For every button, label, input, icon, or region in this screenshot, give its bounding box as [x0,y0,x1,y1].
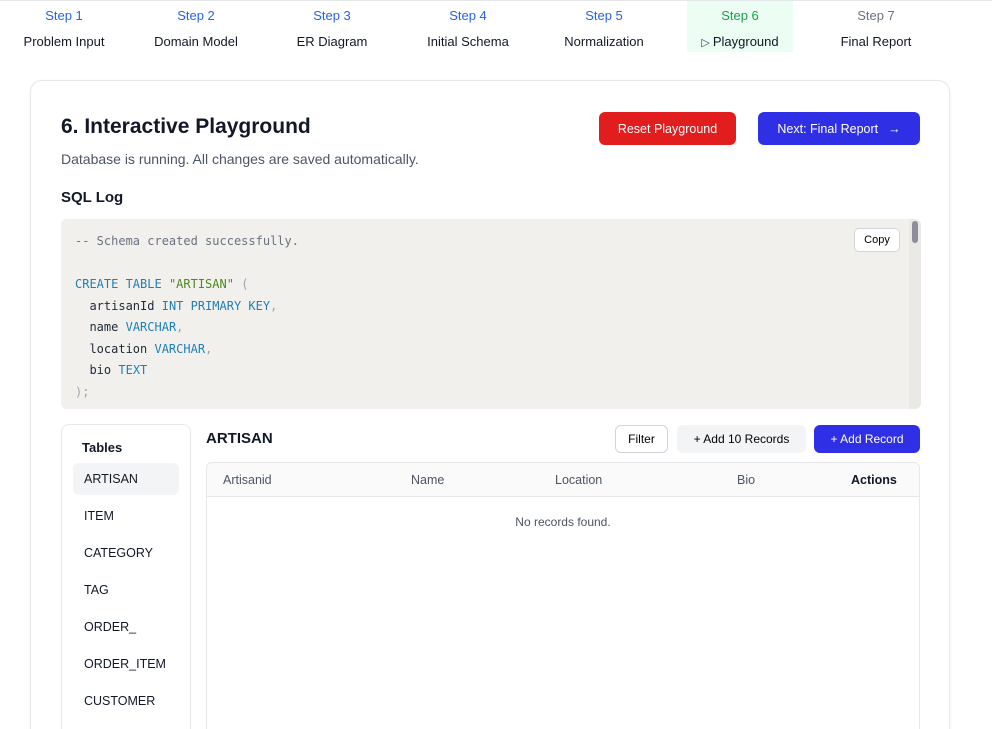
step-label: Problem Input [23,34,105,49]
sql-scrollbar[interactable] [909,219,921,409]
column-header-actions: Actions [851,473,897,487]
sql-col-name: bio [89,363,112,377]
filter-button[interactable]: Filter [615,425,668,453]
table-item-order[interactable]: ORDER_ [73,611,179,643]
column-header[interactable]: Name [411,473,444,487]
step-number: Step 1 [45,8,83,23]
table-item-tag[interactable]: TAG [73,574,179,606]
table-item-customer[interactable]: CUSTOMER [73,685,179,717]
column-header[interactable]: Location [555,473,602,487]
table-item-item[interactable]: ITEM [73,500,179,532]
step-1[interactable]: Step 1 Problem Input [0,1,128,52]
step-label: ER Diagram [296,34,368,49]
arrow-right-icon: → [888,121,901,136]
step-label-wrap: ▷ Playground [687,34,793,51]
sql-keyword: CREATE TABLE [75,277,162,291]
sql-punct: ( [241,277,249,291]
stepper: Step 1 Problem Input Step 2 Domain Model… [0,0,992,52]
step-number: Step 2 [177,8,215,23]
sql-col-type: VARCHAR [125,320,177,334]
entity-title: ARTISAN [206,430,273,447]
column-header[interactable]: Bio [737,473,755,487]
next-label: Next: Final Report [777,121,879,136]
step-label: Initial Schema [427,34,509,49]
table-item-category[interactable]: CATEGORY [73,537,179,569]
sql-table-name: "ARTISAN" [168,277,234,291]
table-header: Artisanid Name Location Bio Actions [207,463,919,497]
empty-state: No records found. [515,515,611,529]
step-number: Step 3 [313,8,351,23]
step-label: Final Report [840,34,912,49]
step-4[interactable]: Step 4 Initial Schema [400,1,536,52]
step-number: Step 4 [449,8,487,23]
step-label: Playground [712,34,779,49]
column-header[interactable]: Artisanid [223,473,272,487]
sql-col-name: artisanId [89,298,155,313]
reset-playground-button[interactable]: Reset Playground [599,112,736,145]
step-label: Domain Model [154,34,238,49]
step-number: Step 6 [721,8,759,23]
add-10-records-button[interactable]: + Add 10 Records [677,425,806,453]
table-item-order-item[interactable]: ORDER_ITEM [73,648,179,680]
play-icon: ▷ [701,37,710,49]
step-7[interactable]: Step 7 Final Report [808,1,944,52]
table-item-artisan[interactable]: ARTISAN [73,463,179,495]
scrollbar-thumb[interactable] [912,221,918,243]
records-table: Artisanid Name Location Bio Actions No r… [206,462,920,729]
step-number: Step 5 [585,8,623,23]
step-label: Normalization [564,34,644,49]
sql-log[interactable]: -- Schema created successfully. CREATE T… [61,219,921,409]
sql-comment: -- Schema created successfully. [75,234,299,248]
sql-punct: , [176,320,184,334]
sql-punct: ); [75,384,90,399]
copy-button[interactable]: Copy [854,228,900,252]
next-final-report-button[interactable]: Next: Final Report → [758,112,920,145]
sql-log-heading: SQL Log [61,189,124,206]
add-record-button[interactable]: + Add Record [814,425,920,453]
step-6[interactable]: Step 6 ▷ Playground [687,1,793,52]
page-title: 6. Interactive Playground [61,115,311,138]
page-subtitle: Database is running. All changes are sav… [61,151,419,167]
sql-punct: , [205,341,213,356]
step-number: Step 7 [857,8,895,23]
sql-col-type: INT PRIMARY KEY [161,298,271,313]
sql-col-name: location [89,341,148,356]
step-5[interactable]: Step 5 Normalization [536,1,672,52]
step-3[interactable]: Step 3 ER Diagram [264,1,400,52]
sql-code: -- Schema created successfully. CREATE T… [75,231,299,403]
tables-heading: Tables [82,440,123,455]
sql-col-type: TEXT [118,363,148,377]
playground-card: 6. Interactive Playground Database is ru… [30,80,950,729]
step-2[interactable]: Step 2 Domain Model [128,1,264,52]
tables-panel: Tables ARTISAN ITEM CATEGORY TAG ORDER_ … [61,424,191,729]
sql-col-name: name [89,320,119,334]
sql-col-type: VARCHAR [154,341,206,356]
sql-punct: , [270,298,278,313]
